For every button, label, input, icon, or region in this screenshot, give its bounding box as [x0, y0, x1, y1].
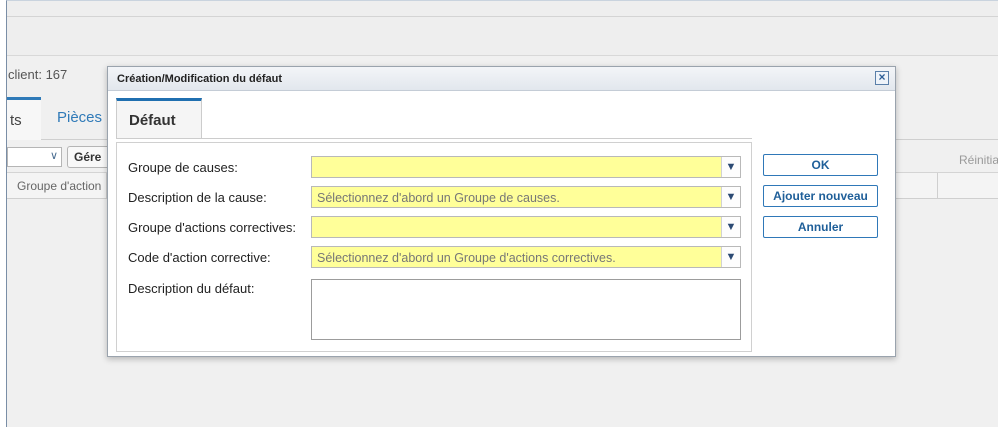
column-separator [937, 173, 938, 199]
dialog-title: Création/Modification du défaut [117, 73, 282, 85]
tab-defaut-label: Défaut [129, 112, 176, 129]
column-header-action-group[interactable]: Groupe d'action [7, 173, 107, 199]
defect-description-field[interactable] [311, 279, 741, 340]
corrective-action-group-label: Groupe d'actions correctives: [128, 220, 296, 235]
ok-button[interactable]: OK [763, 154, 878, 176]
corrective-action-group-select[interactable]: ▼ [311, 216, 741, 238]
app-header-band [7, 1, 998, 56]
cause-description-label: Description de la cause: [128, 190, 267, 205]
manage-button[interactable]: Gére [67, 146, 111, 168]
chevron-down-icon[interactable]: ▼ [721, 247, 740, 267]
tab-defaut[interactable]: Défaut [116, 98, 202, 138]
tab-pieces[interactable]: Pièces [57, 109, 102, 126]
corrective-action-code-label: Code d'action corrective: [128, 250, 271, 265]
tab-divider [116, 138, 752, 139]
cause-description-select[interactable]: Sélectionnez d'abord un Groupe de causes… [311, 186, 741, 208]
defect-description-label: Description du défaut: [128, 281, 255, 296]
reset-link[interactable]: Réinitia [959, 153, 998, 167]
defect-dialog: Création/Modification du défaut × Défaut… [107, 66, 896, 357]
cause-group-label: Groupe de causes: [128, 160, 238, 175]
client-count-label: client: 167 [8, 67, 68, 82]
chevron-down-icon: ∨ [49, 150, 58, 162]
defect-form: Groupe de causes: ▼ Description de la ca… [116, 142, 752, 352]
close-icon[interactable]: × [875, 71, 889, 85]
cause-group-select[interactable]: ▼ [311, 156, 741, 178]
corrective-action-code-select[interactable]: Sélectionnez d'abord un Groupe d'actions… [311, 246, 741, 268]
add-new-button[interactable]: Ajouter nouveau [763, 185, 878, 207]
dialog-header: Création/Modification du défaut × [108, 67, 895, 91]
chevron-down-icon[interactable]: ▼ [721, 157, 740, 177]
chevron-down-icon[interactable]: ▼ [721, 217, 740, 237]
tab-active-partial[interactable]: ts [7, 97, 41, 140]
header-divider [7, 16, 998, 17]
tab-label: ts [10, 112, 22, 129]
corrective-action-code-placeholder: Sélectionnez d'abord un Groupe d'actions… [317, 251, 616, 265]
cancel-button[interactable]: Annuler [763, 216, 878, 238]
view-select[interactable]: ∨ [7, 147, 62, 167]
cause-description-placeholder: Sélectionnez d'abord un Groupe de causes… [317, 191, 560, 205]
chevron-down-icon[interactable]: ▼ [721, 187, 740, 207]
